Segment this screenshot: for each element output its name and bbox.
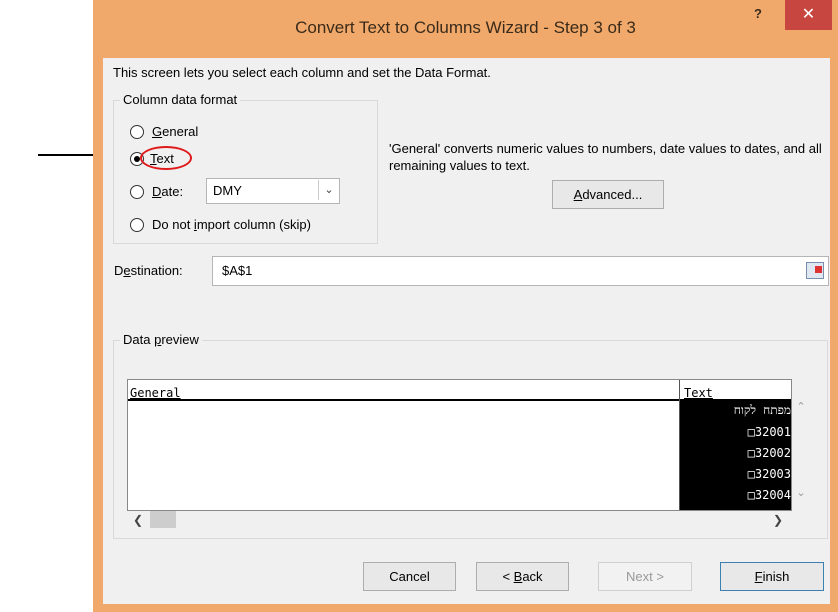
preview-header-general[interactable]: General bbox=[130, 386, 181, 400]
radio-date[interactable] bbox=[130, 185, 144, 199]
horizontal-scrollbar[interactable] bbox=[127, 511, 792, 529]
radio-date-label[interactable]: Date: bbox=[152, 184, 183, 199]
destination-input[interactable] bbox=[212, 256, 829, 286]
preview-cell: □32002 bbox=[747, 446, 791, 460]
scroll-down-icon[interactable]: ⌄ bbox=[794, 486, 808, 499]
preview-cell: □32001 bbox=[747, 425, 791, 439]
destination-value: $A$1 bbox=[222, 263, 253, 278]
range-selector-icon[interactable] bbox=[806, 262, 824, 279]
radio-general-label[interactable]: General bbox=[152, 124, 198, 139]
advanced-button[interactable]: Advanced... bbox=[552, 180, 664, 209]
destination-label: Destination: bbox=[114, 263, 183, 278]
back-button[interactable]: < Back bbox=[476, 562, 569, 591]
scroll-up-icon[interactable]: ⌃ bbox=[794, 400, 808, 413]
column-format-legend: Column data format bbox=[120, 92, 241, 107]
chevron-down-icon[interactable]: ⌄ bbox=[318, 180, 339, 200]
radio-general[interactable] bbox=[130, 125, 144, 139]
help-button[interactable]: ? bbox=[746, 6, 770, 26]
preview-cell: □32003 bbox=[747, 467, 791, 481]
close-button[interactable]: ✕ bbox=[785, 0, 832, 30]
scroll-left-icon[interactable]: ❮ bbox=[133, 513, 143, 527]
radio-skip-label[interactable]: Do not import column (skip) bbox=[152, 217, 311, 232]
radio-skip[interactable] bbox=[130, 218, 144, 232]
finish-button[interactable]: Finish bbox=[720, 562, 824, 591]
preview-cell: מפתח לקוח bbox=[733, 403, 791, 417]
dialog-title: Convert Text to Columns Wizard - Step 3 … bbox=[295, 18, 636, 37]
date-format-value: DMY bbox=[213, 183, 242, 198]
selected-text-column[interactable]: מפתח לקוח □32001 □32002 □32003 □32004 bbox=[680, 401, 791, 510]
preview-header-text[interactable]: Text bbox=[684, 386, 713, 400]
preview-cell: □32004 bbox=[747, 488, 791, 502]
scroll-right-icon[interactable]: ❯ bbox=[773, 513, 783, 527]
general-description: 'General' converts numeric values to num… bbox=[389, 141, 822, 173]
highlight-ellipse bbox=[140, 146, 192, 170]
close-icon: ✕ bbox=[801, 6, 816, 23]
horizontal-scroll-thumb[interactable] bbox=[150, 511, 176, 528]
cancel-button[interactable]: Cancel bbox=[363, 562, 456, 591]
data-preview-legend: Data preview bbox=[120, 332, 202, 347]
next-button[interactable]: Next > bbox=[598, 562, 692, 591]
intro-text: This screen lets you select each column … bbox=[113, 65, 491, 80]
